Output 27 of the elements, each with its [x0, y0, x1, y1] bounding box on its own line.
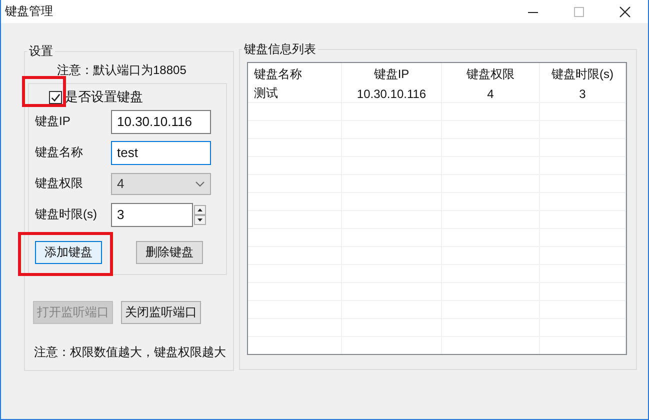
group-title: 设置 [28, 43, 54, 60]
number-field[interactable]: 3 [111, 202, 193, 226]
delete-button[interactable]: 删除键盘 [136, 241, 203, 264]
column-header[interactable]: 键盘IP [342, 63, 442, 85]
table-cell: 4 [442, 85, 540, 102]
field-label: 键盘时限(s) [35, 206, 98, 223]
input-field[interactable]: 10.30.10.116 [111, 110, 211, 134]
column-header[interactable]: 键盘名称 [248, 63, 342, 85]
window-title: 键盘管理 [5, 3, 53, 20]
footer-note: 注意：权限数值越大，键盘权限越大 [34, 344, 227, 361]
add-button[interactable]: 添加键盘 [35, 241, 102, 264]
port-note: 注意：默认端口为18805 [56, 62, 188, 79]
column-header[interactable]: 键盘时限(s) [540, 63, 626, 85]
chevron-down-icon [195, 180, 205, 186]
column-header[interactable]: 键盘权限 [442, 63, 540, 85]
enable-checkbox[interactable]: 是否设置键盘 [49, 88, 143, 106]
table-cell: 3 [540, 85, 626, 102]
field-label: 键盘名称 [35, 144, 84, 161]
table-cell: 10.30.10.116 [342, 85, 442, 102]
field-label: 键盘权限 [35, 175, 84, 192]
close-icon[interactable] [619, 6, 631, 18]
checkbox[interactable] [49, 90, 62, 104]
table-cell: 测试 [248, 85, 342, 102]
input-field[interactable]: test [111, 140, 211, 164]
close-port-button[interactable]: 关闭监听端口 [121, 301, 201, 324]
field-label: 键盘IP [35, 113, 72, 130]
group-title: 键盘信息列表 [243, 41, 317, 58]
